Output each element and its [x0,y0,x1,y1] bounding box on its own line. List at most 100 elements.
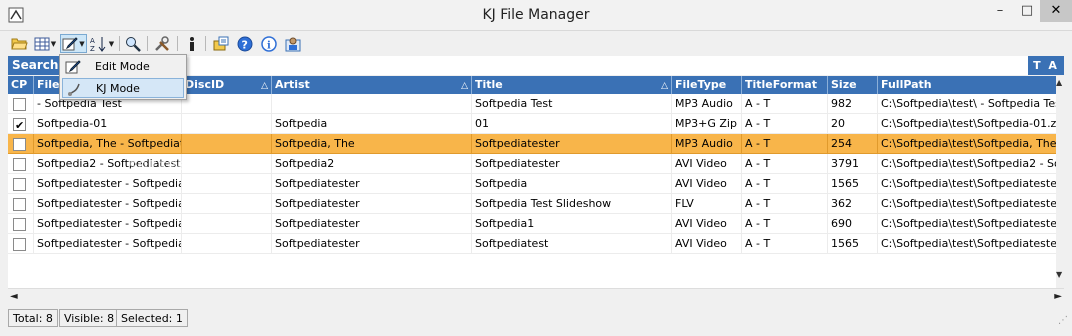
user-button[interactable] [283,34,303,53]
cell-artist: Softpediatester [272,214,472,234]
column-header-title[interactable]: Title △ [472,76,672,94]
scroll-down-icon[interactable]: ▼ [1056,270,1062,279]
menu-item-label: KJ Mode [96,82,140,95]
chevron-down-icon: ▼ [79,39,85,48]
horizontal-scrollbar[interactable]: ◄ ► [8,288,1064,306]
about-button[interactable]: i [259,34,279,53]
cell-fullpath: C:\Softpedia\test\Softpediatester - Soft… [878,234,1064,254]
scroll-up-icon[interactable]: ▲ [1056,78,1062,87]
cell-titleformat: A - T [742,134,828,154]
table-row[interactable]: Softpediatester - Softpedia1 Softpediates… [8,214,1064,234]
row-checkbox[interactable] [13,98,26,111]
tools-icon [155,35,169,51]
cell-title: 01 [472,114,672,134]
cell-title: Softpediatest [472,234,672,254]
cell-filetype: AVI Video [672,174,742,194]
column-header-label: TitleFormat [745,78,817,91]
row-checkbox[interactable] [13,158,26,171]
mode-dropdown-button[interactable]: ▼ [60,34,87,53]
column-header-artist[interactable]: Artist △ [272,76,472,94]
cell-filetype: MP3+G Zip [672,114,742,134]
scroll-left-icon[interactable]: ◄ [10,291,18,302]
close-button[interactable]: ✕ [1040,0,1072,22]
cell-file: Softpedia-01 [34,114,182,134]
cell-size: 690 [828,214,878,234]
cell-fullpath: C:\Softpedia\test\Softpediatester - Soft… [878,214,1064,234]
properties-button[interactable] [211,34,231,53]
cell-size: 3791 [828,154,878,174]
column-header-cp[interactable]: CP [8,76,34,94]
row-checkbox[interactable] [13,138,26,151]
row-checkbox[interactable] [13,116,26,133]
row-checkbox[interactable] [13,178,26,191]
title-bar: KJ File Manager – □ ✕ [0,0,1072,31]
cell-filetype: MP3 Audio [672,134,742,154]
row-checkbox[interactable] [13,218,26,231]
cell-disc [182,234,272,254]
column-header-filetype[interactable]: FileType [672,76,742,94]
cell-fullpath: C:\Softpedia\test\Softpediatester - Soft… [878,194,1064,214]
cell-artist: Softpediatester [272,234,472,254]
cell-disc [182,214,272,234]
cell-cp [8,94,34,114]
cell-fullpath: C:\Softpedia\test\Softpedia2 - Softpedia… [878,154,1064,174]
toolbar: ▼ ▼ A Z ▼ ? i [0,31,1072,56]
info-button[interactable] [183,34,201,53]
column-header-label: Artist [275,78,310,91]
cell-file: Softpedia, The - Softpediatester [34,134,182,154]
cell-disc [182,174,272,194]
cell-fullpath: C:\Softpedia\test\ - Softpedia Test.mp3 [878,94,1064,114]
cell-cp [8,174,34,194]
column-header-size[interactable]: Size [828,76,878,94]
sort-button[interactable]: A Z ▼ [89,34,115,53]
open-folder-button[interactable] [9,34,29,53]
kj-mode-icon [68,83,80,96]
cell-filetype: MP3 Audio [672,94,742,114]
table-row[interactable]: Softpediatester - Softpedia Softpediatest… [8,174,1064,194]
row-checkbox[interactable] [13,238,26,251]
cell-disc [182,194,272,214]
tools-button[interactable] [152,34,172,53]
cell-titleformat: A - T [742,194,828,214]
watermark: SOFTPEDIA [128,159,213,173]
status-total: Total: 8 [8,309,58,327]
table-row[interactable]: Softpedia-01 Softpedia01MP3+G ZipA - T20C… [8,114,1064,134]
table-row[interactable]: Softpedia, The - Softpediatester Softpedi… [8,134,1064,154]
status-selected: Selected: 1 [116,309,188,327]
vertical-scrollbar[interactable] [1056,76,1064,288]
menu-item-kj-mode[interactable]: KJ Mode [62,78,184,98]
cell-file: Softpediatester - Softpediatest [34,234,182,254]
about-info-icon: i [261,35,277,52]
view-grid-button[interactable]: ▼ [32,34,58,53]
column-header-fullpath[interactable]: FullPath [878,76,1064,94]
table-row[interactable]: Softpediatester - Softpediatest Softpedia… [8,234,1064,254]
column-header-disc[interactable]: DiscID △ [182,76,272,94]
cell-titleformat: A - T [742,214,828,234]
cell-cp [8,234,34,254]
maximize-button[interactable]: □ [1014,0,1040,22]
menu-item-edit-mode[interactable]: Edit Mode [62,57,184,77]
sort-indicator-icon: △ [661,81,668,91]
table-row[interactable]: Softpediatester - Softpedia Test Slidesh… [8,194,1064,214]
column-header-label: FileType [675,78,727,91]
search-mode-toggle[interactable]: T A D [1028,56,1064,91]
folder-open-icon [10,38,28,50]
cell-titleformat: A - T [742,94,828,114]
file-grid[interactable]: CP Filen DiscID △ Artist △ Title △ FileType Title… [8,76,1064,288]
chevron-down-icon: ▼ [50,39,57,48]
help-button[interactable]: ? [235,34,255,53]
search-button[interactable] [123,34,143,53]
cell-title: Softpediatester [472,154,672,174]
row-checkbox[interactable] [13,198,26,211]
svg-text:i: i [267,40,271,51]
resize-grip-icon[interactable]: ⋰ [1058,315,1068,326]
cell-filetype: FLV [672,194,742,214]
cell-disc [182,134,272,154]
minimize-button[interactable]: – [986,0,1014,22]
cell-size: 20 [828,114,878,134]
cell-filetype: AVI Video [672,214,742,234]
svg-text:A: A [90,37,95,45]
column-header-titleformat[interactable]: TitleFormat [742,76,828,94]
cell-size: 982 [828,94,878,114]
scroll-right-icon[interactable]: ► [1054,291,1062,302]
